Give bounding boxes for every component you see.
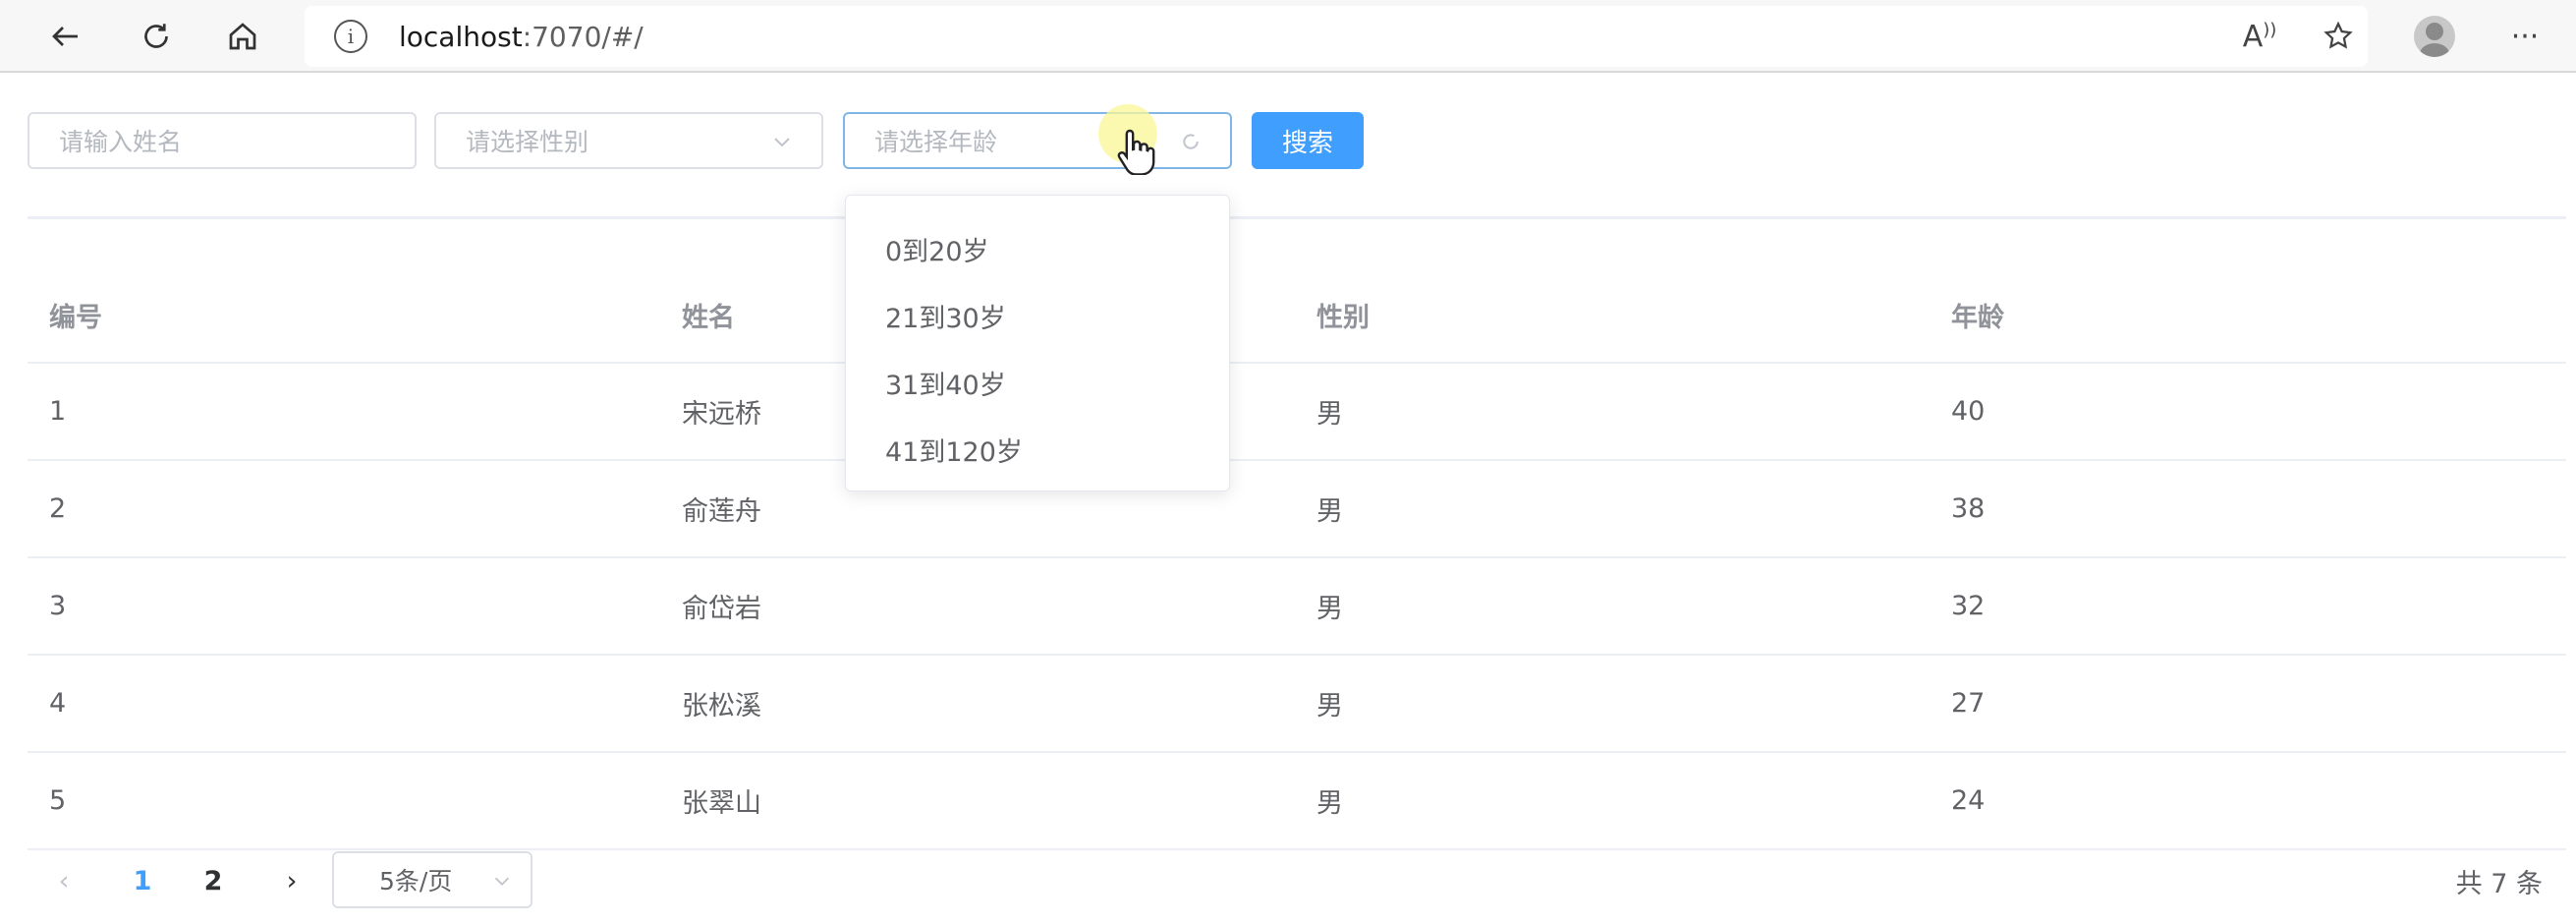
info-icon[interactable]: i (334, 20, 367, 53)
url-host: localhost (399, 20, 523, 53)
cell-name: 宋远桥 (682, 399, 761, 430)
name-search-input[interactable]: 请输入姓名 (28, 112, 417, 169)
cell-id: 2 (49, 493, 67, 524)
divider (28, 216, 2566, 219)
more-label: ··· (2510, 19, 2540, 54)
age-select[interactable]: 请选择年龄 (843, 112, 1232, 169)
cell-age: 38 (1951, 493, 1986, 524)
table-header-row: 编号 姓名 性别 年龄 (28, 267, 2566, 364)
cell-gender: 男 (1316, 691, 1343, 722)
refresh-icon[interactable] (132, 12, 181, 61)
age-option-31-40[interactable]: 31到40岁 (846, 349, 1229, 416)
gender-placeholder: 请选择性别 (466, 128, 589, 156)
header-name[interactable]: 姓名 (682, 267, 735, 362)
profile-avatar[interactable] (2414, 16, 2455, 57)
cell-age: 24 (1951, 785, 1986, 816)
page-1-button[interactable]: 1 (118, 851, 167, 910)
age-placeholder: 请选择年龄 (874, 128, 998, 156)
page-size-select[interactable]: 5条/页 (332, 851, 532, 908)
age-option-41-120[interactable]: 41到120岁 (846, 416, 1229, 483)
hand-cursor-icon (1117, 129, 1155, 175)
url-text[interactable]: localhost:7070/#/ (399, 21, 644, 53)
loading-icon (1177, 128, 1204, 155)
cell-id: 3 (49, 591, 67, 621)
cell-age: 40 (1951, 396, 1986, 427)
browser-toolbar: i localhost:7070/#/ A)) ··· (0, 0, 2576, 73)
table-row[interactable]: 1 宋远桥 男 40 (28, 364, 2566, 461)
next-page-button[interactable]: › (267, 851, 316, 910)
cell-id: 4 (49, 688, 67, 719)
favorite-add-icon[interactable] (2309, 12, 2368, 61)
back-arrow-icon[interactable] (41, 12, 90, 61)
url-path: :7070/#/ (522, 20, 644, 53)
name-placeholder: 请输入姓名 (59, 128, 183, 156)
age-option-0-20[interactable]: 0到20岁 (846, 215, 1229, 282)
header-gender[interactable]: 性别 (1316, 267, 1370, 362)
cell-age: 32 (1951, 591, 1986, 621)
total-count: 共 7 条 (2455, 868, 2543, 899)
cell-gender: 男 (1316, 496, 1343, 527)
cell-name: 俞岱岩 (682, 594, 761, 624)
read-aloud-label: A (2242, 19, 2264, 54)
cell-name: 张翠山 (682, 788, 761, 819)
read-aloud-icon[interactable]: A)) (2230, 12, 2289, 61)
age-option-21-30[interactable]: 21到30岁 (846, 282, 1229, 349)
prev-page-button[interactable]: ‹ (39, 851, 88, 910)
header-age[interactable]: 年龄 (1951, 267, 2004, 362)
page-size-value: 5条/页 (379, 867, 453, 895)
table-row[interactable]: 5 张翠山 男 24 (28, 753, 2566, 850)
chevron-down-icon (491, 869, 513, 897)
cell-id: 1 (49, 396, 67, 427)
header-id[interactable]: 编号 (49, 267, 102, 362)
data-table: 编号 姓名 性别 年龄 1 宋远桥 男 40 2 俞莲舟 男 38 3 俞岱岩 … (28, 267, 2566, 850)
home-icon[interactable] (218, 12, 267, 61)
cell-age: 27 (1951, 688, 1986, 719)
table-row[interactable]: 4 张松溪 男 27 (28, 656, 2566, 753)
chevron-down-icon (768, 128, 796, 155)
cell-name: 张松溪 (682, 691, 761, 722)
search-button[interactable]: 搜索 (1252, 112, 1364, 169)
more-menu-icon[interactable]: ··· (2495, 12, 2554, 61)
table-row[interactable]: 3 俞岱岩 男 32 (28, 558, 2566, 656)
cell-name: 俞莲舟 (682, 496, 761, 527)
cell-gender: 男 (1316, 399, 1343, 430)
cell-gender: 男 (1316, 788, 1343, 819)
age-dropdown-menu: 0到20岁 21到30岁 31到40岁 41到120岁 (845, 195, 1230, 491)
address-bar[interactable]: i localhost:7070/#/ (305, 6, 2368, 67)
cell-gender: 男 (1316, 594, 1343, 624)
gender-select[interactable]: 请选择性别 (434, 112, 823, 169)
table-row[interactable]: 2 俞莲舟 男 38 (28, 461, 2566, 558)
cell-id: 5 (49, 785, 67, 816)
page-2-button[interactable]: 2 (189, 851, 238, 910)
pagination: ‹ 1 2 › 5条/页 共 7 条 (39, 851, 2554, 910)
